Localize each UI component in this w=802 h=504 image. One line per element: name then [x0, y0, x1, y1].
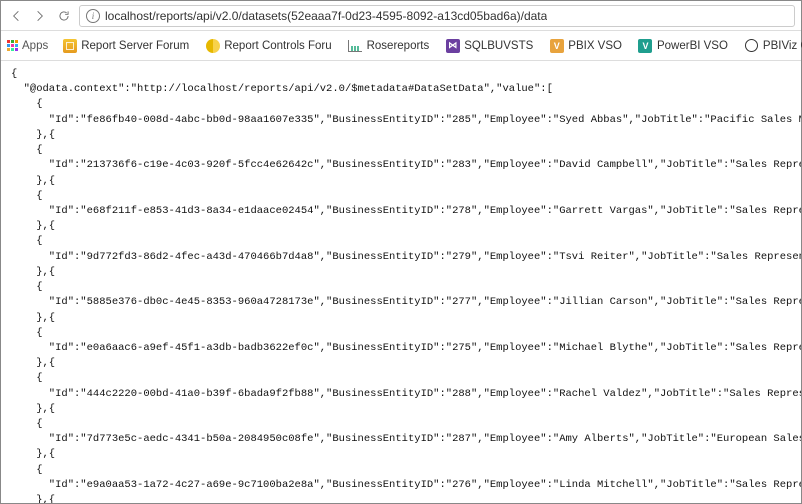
- json-response-body: { "@odata.context":"http://localhost/rep…: [1, 61, 801, 503]
- browser-window: i localhost/reports/api/v2.0/datasets(52…: [0, 0, 802, 504]
- reload-button[interactable]: [55, 7, 73, 25]
- bookmark-powerbi-vso[interactable]: V PowerBI VSO: [632, 36, 734, 55]
- bookmark-pbix-vso[interactable]: V PBIX VSO: [543, 36, 628, 55]
- address-bar[interactable]: i localhost/reports/api/v2.0/datasets(52…: [79, 5, 795, 27]
- bookmark-label: Report Controls Foru: [224, 40, 331, 52]
- bookmark-report-controls-forum[interactable]: Report Controls Foru: [199, 36, 337, 55]
- nav-back-button[interactable]: [7, 7, 25, 25]
- powerbi-teal-icon: V: [638, 38, 653, 53]
- bookmarks-bar: Apps Report Server Forum Report Controls…: [1, 31, 801, 61]
- bookmark-report-server-forum[interactable]: Report Server Forum: [56, 36, 195, 55]
- bookmark-sqlbuvsts[interactable]: ⋈ SQLBUVSTS: [439, 36, 539, 55]
- apps-label[interactable]: Apps: [22, 40, 48, 52]
- vs-purple-icon: ⋈: [445, 38, 460, 53]
- bookmark-rosereports[interactable]: Rosereports: [342, 36, 436, 55]
- nav-forward-button[interactable]: [31, 7, 49, 25]
- url-text: localhost/reports/api/v2.0/datasets(52ea…: [105, 9, 547, 23]
- apps-icon[interactable]: [7, 38, 18, 53]
- bookmark-label: Rosereports: [367, 40, 430, 52]
- report-server-icon: [62, 38, 77, 53]
- toolbar: i localhost/reports/api/v2.0/datasets(52…: [1, 1, 801, 31]
- site-info-icon[interactable]: i: [86, 9, 100, 23]
- pbix-yellow-icon: V: [549, 38, 564, 53]
- bookmark-label: SQLBUVSTS: [464, 40, 533, 52]
- chart-icon: [348, 38, 363, 53]
- report-controls-icon: [205, 38, 220, 53]
- bookmark-label: PBIX VSO: [568, 40, 622, 52]
- github-icon: [744, 38, 759, 53]
- bookmark-label: PBIViz Git: [763, 40, 802, 52]
- bookmark-label: Report Server Forum: [81, 40, 189, 52]
- bookmark-pbiviz-git[interactable]: PBIViz Git: [738, 36, 802, 55]
- bookmark-label: PowerBI VSO: [657, 40, 728, 52]
